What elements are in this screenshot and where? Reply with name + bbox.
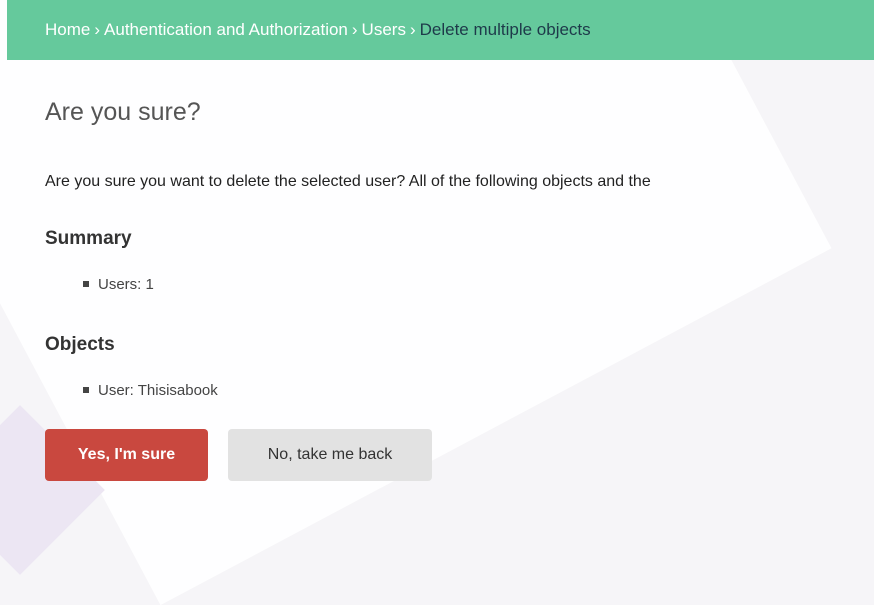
background-shape (0, 0, 832, 605)
summary-item: Users: 1 (83, 275, 154, 295)
summary-heading: Summary (45, 228, 132, 249)
breadcrumb-home[interactable]: Home (45, 20, 90, 39)
cancel-button[interactable]: No, take me back (228, 429, 432, 481)
bullet-icon (83, 281, 89, 288)
page-title: Are you sure? (45, 98, 201, 126)
breadcrumb-separator: › (409, 20, 416, 39)
confirm-delete-button[interactable]: Yes, I'm sure (45, 429, 208, 481)
delete-warning-text: Are you sure you want to delete the sele… (45, 173, 651, 190)
object-link[interactable]: User: Thisisabook (98, 382, 218, 399)
breadcrumb: Home › Authentication and Authorization › Us… (7, 0, 874, 60)
objects-heading: Objects (45, 334, 115, 355)
bullet-icon (83, 387, 89, 394)
objects-list: User: Thisisabook (83, 381, 218, 401)
breadcrumb-app[interactable]: Authentication and Authorization (104, 20, 348, 39)
breadcrumb-model[interactable]: Users (362, 20, 406, 39)
summary-item-text: Users: 1 (98, 276, 154, 293)
breadcrumb-separator: › (94, 20, 101, 39)
breadcrumb-current: Delete multiple objects (419, 20, 591, 39)
breadcrumb-separator: › (351, 20, 358, 39)
summary-list: Users: 1 (83, 275, 154, 295)
object-item: User: Thisisabook (83, 381, 218, 401)
